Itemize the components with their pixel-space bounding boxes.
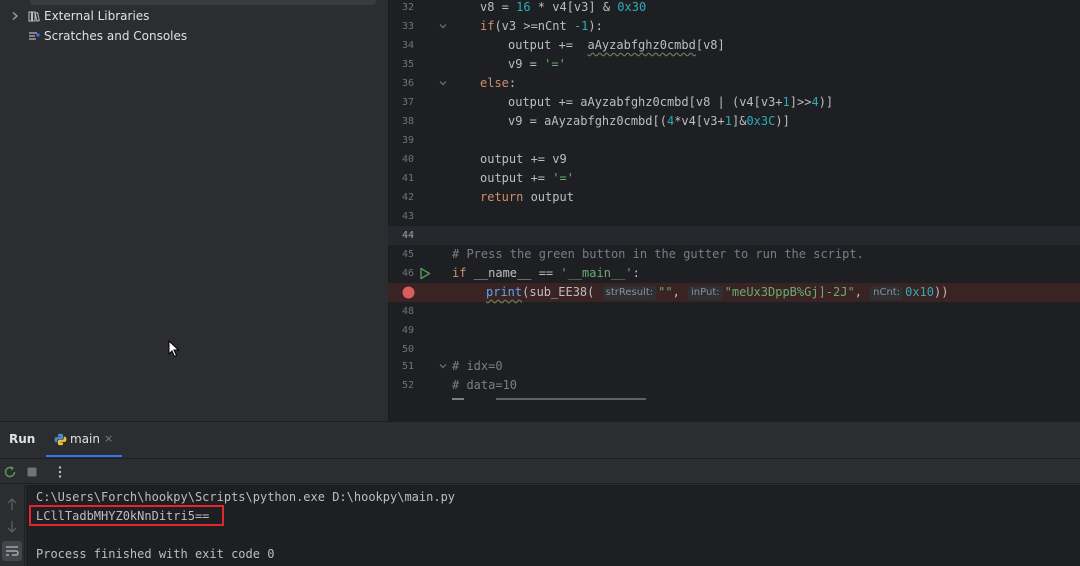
- breakpoint-icon[interactable]: [402, 286, 415, 299]
- code-editor[interactable]: 32 v8 = 16 * v4[v3] & 0x30 33 if(v3 >=nC…: [388, 0, 1080, 421]
- line-number: 39: [401, 135, 414, 146]
- line-number: 33: [401, 21, 414, 32]
- line-number: 43: [401, 211, 414, 222]
- arrow-down-icon[interactable]: [6, 520, 18, 534]
- console-output-line: LCllTadbMHYZ0kNnDitri5==: [36, 509, 210, 523]
- code-line[interactable]: 40 output += v9: [388, 150, 1080, 169]
- code-line[interactable]: 52 # data=10: [388, 376, 1080, 395]
- code-line[interactable]: 49: [388, 321, 1080, 340]
- tab-main[interactable]: main ×: [46, 422, 122, 457]
- partially-visible-line: [452, 398, 672, 402]
- console-side-toolbar: [0, 485, 25, 566]
- console-exit-line: Process finished with exit code 0: [36, 547, 275, 561]
- close-tab-icon[interactable]: ×: [104, 432, 113, 445]
- code-line[interactable]: 32 v8 = 16 * v4[v3] & 0x30: [388, 0, 1080, 17]
- code-line[interactable]: 39: [388, 131, 1080, 150]
- chevron-right-icon[interactable]: [10, 11, 20, 21]
- code-line[interactable]: 41 output += '=': [388, 169, 1080, 188]
- code-line-current[interactable]: 44: [388, 226, 1080, 245]
- scratches-icon: [29, 32, 40, 40]
- code-line[interactable]: 43: [388, 207, 1080, 226]
- tab-label: main: [70, 432, 100, 446]
- fold-chevron-icon[interactable]: [438, 21, 448, 31]
- code-line[interactable]: 48: [388, 302, 1080, 321]
- code-text[interactable]: if(v3 >=nCnt -1):: [480, 17, 603, 36]
- line-number: 37: [401, 97, 414, 108]
- run-gutter-icon[interactable]: [419, 267, 431, 280]
- code-text[interactable]: # Press the green button in the gutter t…: [452, 245, 864, 264]
- line-number: 51: [401, 361, 414, 372]
- run-tab-bar: Run main ×: [0, 422, 1080, 457]
- code-line[interactable]: 45 # Press the green button in the gutte…: [388, 245, 1080, 264]
- code-line[interactable]: 36 else:: [388, 74, 1080, 93]
- code-line[interactable]: 35 v9 = '=': [388, 55, 1080, 74]
- library-icon: [28, 11, 40, 22]
- line-number: 36: [401, 78, 414, 89]
- line-number: 32: [401, 2, 414, 13]
- tree-item-label: Scratches and Consoles: [44, 29, 188, 43]
- project-tool-window: External Libraries Scratches and Console…: [0, 0, 388, 421]
- code-line[interactable]: 46 if __name__ == '__main__':: [388, 264, 1080, 283]
- fold-chevron-icon[interactable]: [438, 78, 448, 88]
- line-number: 48: [401, 306, 414, 317]
- line-number: 49: [401, 325, 414, 336]
- console-output[interactable]: C:\Users\Forch\hookpy\Scripts\python.exe…: [26, 485, 1080, 566]
- code-text[interactable]: output += '=': [480, 169, 574, 188]
- inlay-hint: nCnt:: [870, 286, 904, 300]
- rerun-icon[interactable]: [3, 465, 17, 479]
- code-text[interactable]: output += aAyzabfghz0cmbd[v8]: [508, 36, 725, 55]
- tree-item-label: External Libraries: [44, 9, 150, 23]
- run-tool-window: Run main × C:\Users\Forch\hookpy\Scripts…: [0, 421, 1080, 566]
- code-line[interactable]: 51 # idx=0: [388, 357, 1080, 376]
- code-text[interactable]: # data=10: [452, 376, 517, 395]
- run-toolbar: [0, 458, 1080, 484]
- active-tab-indicator: [46, 455, 122, 457]
- code-text[interactable]: else:: [480, 74, 516, 93]
- run-window-title: Run: [9, 432, 36, 446]
- inlay-hint: strResult:: [602, 286, 657, 300]
- code-line[interactable]: 37 output += aAyzabfghz0cmbd[v8 | (v4[v3…: [388, 93, 1080, 112]
- code-line[interactable]: 38 v9 = aAyzabfghz0cmbd[(4*v4[v3+1]&0x3C…: [388, 112, 1080, 131]
- line-number: 35: [401, 59, 414, 70]
- code-text[interactable]: output += aAyzabfghz0cmbd[v8 | (v4[v3+1]…: [508, 93, 833, 112]
- inlay-hint: inPut:: [688, 286, 723, 300]
- soft-wrap-button[interactable]: [2, 541, 22, 561]
- code-line[interactable]: 42 return output: [388, 188, 1080, 207]
- code-text[interactable]: if __name__ == '__main__':: [452, 264, 640, 283]
- code-line[interactable]: 34 output += aAyzabfghz0cmbd[v8]: [388, 36, 1080, 55]
- code-text[interactable]: print(sub_EE38( strResult: "", inPut: "meU…: [486, 283, 948, 302]
- line-number: 41: [401, 173, 414, 184]
- tree-item-scratches-and-consoles[interactable]: Scratches and Consoles: [28, 26, 187, 46]
- code-line-breakpoint[interactable]: 47 print(sub_EE38( strResult:"", inPut:"…: [388, 283, 1080, 302]
- code-line[interactable]: 33 if(v3 >=nCnt -1):: [388, 17, 1080, 36]
- console-command-line: C:\Users\Forch\hookpy\Scripts\python.exe…: [36, 490, 456, 504]
- more-options-icon[interactable]: [53, 465, 67, 479]
- selected-tree-row[interactable]: [30, 0, 376, 5]
- python-icon: [54, 433, 67, 446]
- line-number: 42: [401, 192, 414, 203]
- tree-item-external-libraries[interactable]: External Libraries: [10, 6, 149, 26]
- line-number: 45: [401, 249, 414, 260]
- code-text[interactable]: return output: [480, 188, 574, 207]
- code-text[interactable]: v9 = aAyzabfghz0cmbd[(4*v4[v3+1]&0x3C)]: [508, 112, 790, 131]
- fold-chevron-icon[interactable]: [438, 361, 448, 371]
- soft-wrap-icon: [6, 546, 19, 556]
- line-number: 34: [401, 40, 414, 51]
- line-number: 44: [401, 230, 414, 241]
- code-text[interactable]: v9 = '=': [508, 55, 566, 74]
- arrow-up-icon[interactable]: [6, 497, 18, 511]
- code-text[interactable]: # idx=0: [452, 357, 503, 376]
- line-number: 40: [401, 154, 414, 165]
- line-number: 52: [401, 380, 414, 391]
- code-text[interactable]: output += v9: [480, 150, 567, 169]
- stop-icon[interactable]: [25, 465, 39, 479]
- mouse-cursor-icon: [168, 340, 180, 358]
- line-number: 46: [401, 268, 414, 279]
- line-number: 38: [401, 116, 414, 127]
- code-text[interactable]: v8 = 16 * v4[v3] & 0x30: [480, 0, 646, 17]
